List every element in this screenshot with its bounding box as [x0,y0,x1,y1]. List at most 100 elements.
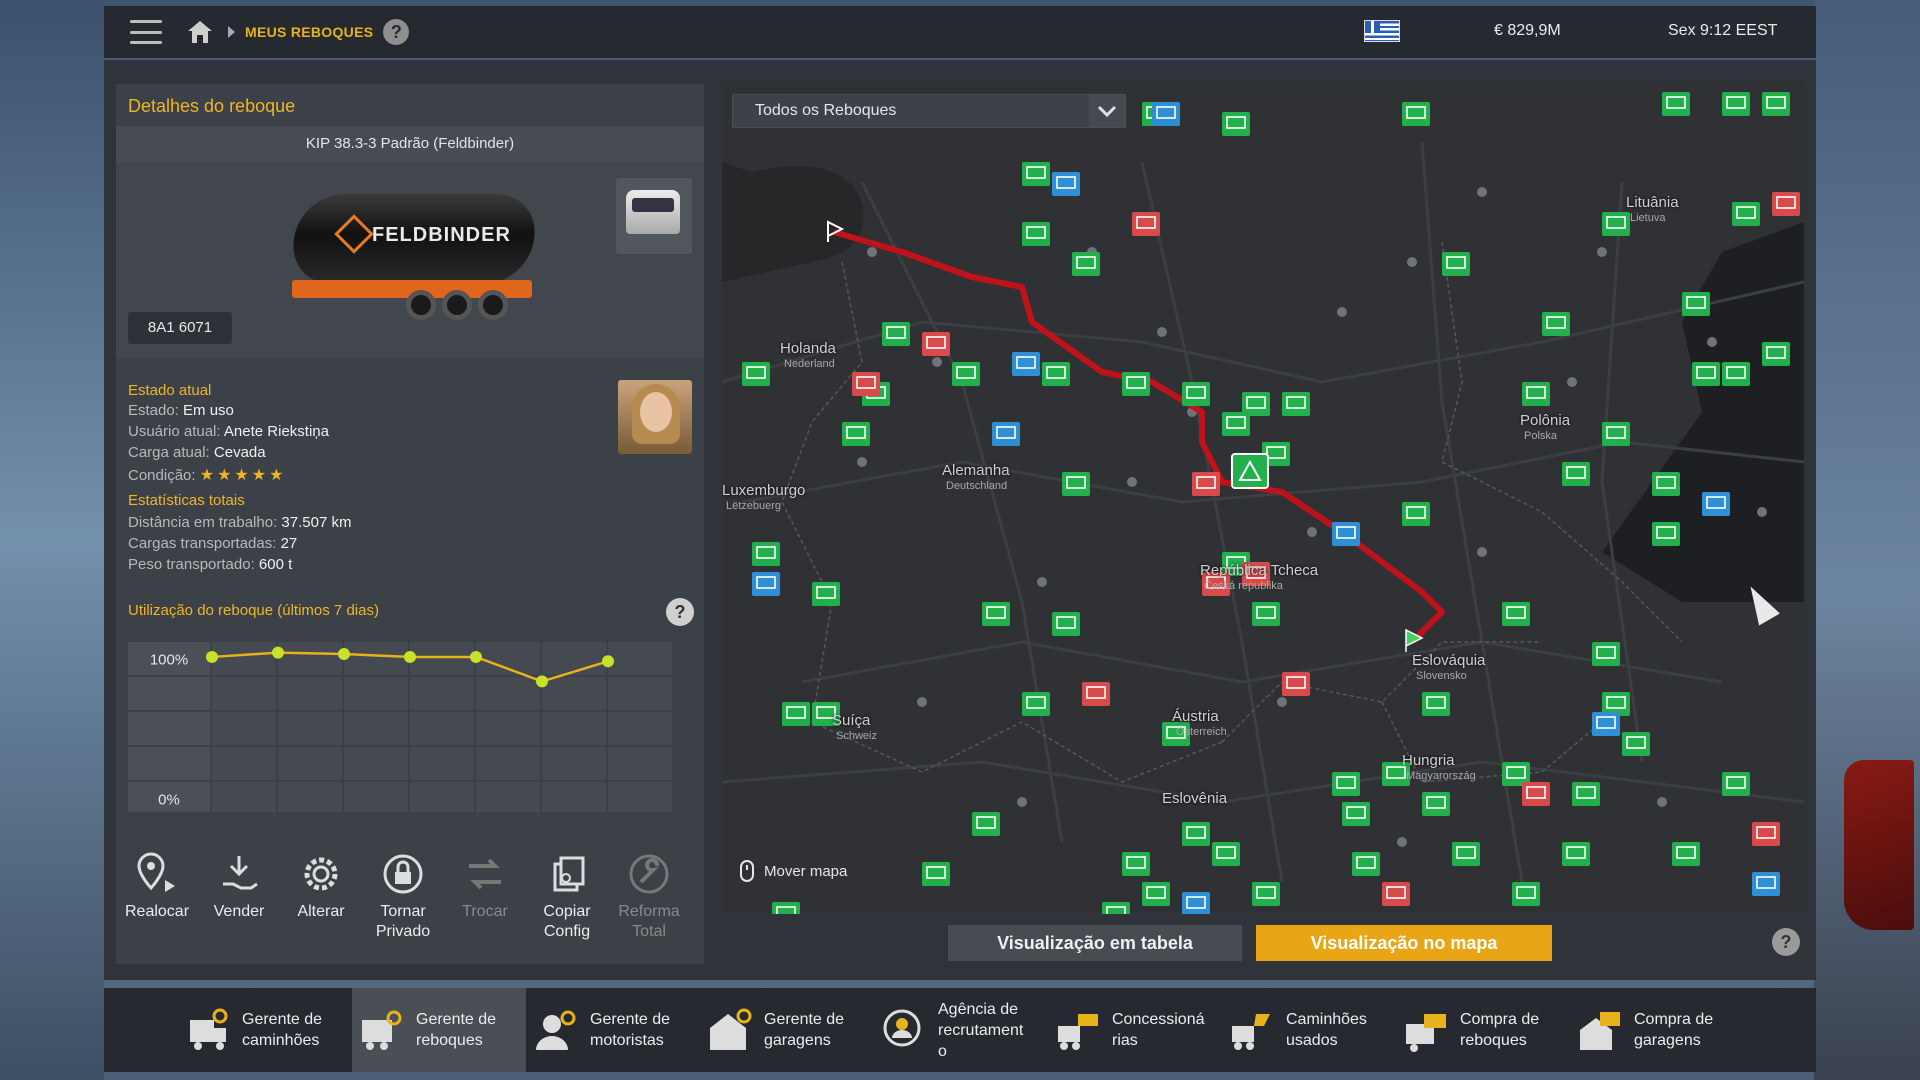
map-trailer-icon[interactable] [1142,882,1170,906]
map-trailer-icon[interactable] [972,812,1000,836]
map-trailer-icon[interactable] [1012,352,1040,376]
map-trailer-icon[interactable] [1132,212,1160,236]
nav-dealership[interactable]: Concessioná rias [1048,988,1222,1072]
map-trailer-icon[interactable] [1122,852,1150,876]
map-trailer-icon[interactable] [1402,502,1430,526]
map-trailer-icon[interactable] [1512,882,1540,906]
map-trailer-icon[interactable] [1382,882,1410,906]
europe-map[interactable]: Todos os Reboques Lituânia Lietuva Holanda… [722,82,1804,914]
map-trailer-icon[interactable] [1722,362,1750,386]
map-trailer-icon[interactable] [1572,782,1600,806]
map-trailer-icon[interactable] [1672,842,1700,866]
map-trailer-icon[interactable] [1402,102,1430,126]
map-trailer-icon[interactable] [882,322,910,346]
map-trailer-icon[interactable] [1722,92,1750,116]
nav-trailer-manager[interactable]: Gerente de reboques [352,988,526,1072]
map-trailer-icon[interactable] [1722,772,1750,796]
help-button[interactable]: ? [383,19,410,45]
map-trailer-icon[interactable] [1152,102,1180,126]
map-trailer-icon[interactable] [1182,382,1210,406]
map-trailer-icon[interactable] [1422,792,1450,816]
map-trailer-icon[interactable] [1692,362,1720,386]
map-trailer-icon[interactable] [1342,802,1370,826]
nav-buy-garages[interactable]: Compra de garagens [1570,988,1744,1072]
map-trailer-icon[interactable] [1682,292,1710,316]
map-trailer-icon[interactable] [1252,602,1280,626]
map-trailer-icon[interactable] [1022,162,1050,186]
map-trailer-icon[interactable] [1762,342,1790,366]
map-trailer-icon[interactable] [1252,882,1280,906]
map-trailer-icon[interactable] [1772,192,1800,216]
map-trailer-icon[interactable] [1442,252,1470,276]
chevron-down-icon[interactable] [1089,95,1125,127]
map-trailer-icon[interactable] [782,702,810,726]
action-copy-config-button[interactable]: Copiar Config [526,844,608,964]
map-trailer-icon[interactable] [1022,222,1050,246]
map-trailer-icon[interactable] [812,582,840,606]
home-icon[interactable] [186,19,214,45]
map-trailer-icon[interactable] [1332,522,1360,546]
map-trailer-icon[interactable] [922,862,950,886]
action-gear-button[interactable]: Alterar [280,844,362,964]
action-relocate-pin-button[interactable]: Realocar [116,844,198,964]
map-trailer-icon[interactable] [1762,92,1790,116]
nav-truck-manager[interactable]: Gerente de caminhões [178,988,352,1072]
map-trailer-icon[interactable] [1652,522,1680,546]
trailer-filter-dropdown[interactable]: Todos os Reboques [732,94,1126,128]
map-trailer-icon[interactable] [1732,202,1760,226]
map-trailer-icon[interactable] [1502,602,1530,626]
action-sell-hand-button[interactable]: Vender [198,844,280,964]
map-trailer-icon[interactable] [1052,612,1080,636]
map-trailer-icon[interactable] [1042,362,1070,386]
map-trailer-icon[interactable] [1522,382,1550,406]
map-trailer-icon[interactable] [1242,392,1270,416]
map-trailer-icon[interactable] [1562,842,1590,866]
menu-icon[interactable] [130,20,162,44]
map-trailer-icon[interactable] [1072,252,1100,276]
map-trailer-icon[interactable] [1662,92,1690,116]
map-trailer-icon[interactable] [1332,772,1360,796]
nav-recruitment[interactable]: Agência de recrutament o [874,988,1048,1072]
map-trailer-icon[interactable] [842,422,870,446]
attached-truck-thumbnail[interactable] [616,178,692,254]
map-trailer-icon[interactable] [952,362,980,386]
map-trailer-icon[interactable] [1122,372,1150,396]
nav-used-trucks[interactable]: Caminhões usados [1222,988,1396,1072]
map-trailer-icon[interactable] [992,422,1020,446]
map-trailer-icon[interactable] [1052,172,1080,196]
driver-avatar[interactable] [618,380,692,454]
map-trailer-icon[interactable] [1102,902,1130,914]
map-view-button[interactable]: Visualização no mapa [1256,925,1552,961]
map-trailer-icon[interactable] [1082,682,1110,706]
map-trailer-icon[interactable] [1602,422,1630,446]
nav-driver-manager[interactable]: Gerente de motoristas [526,988,700,1072]
breadcrumb[interactable]: MEUS REBOQUES [245,24,373,40]
map-trailer-icon[interactable] [1752,822,1780,846]
map-trailer-icon[interactable] [982,602,1010,626]
action-lock-button[interactable]: Tornar Privado [362,844,444,964]
map-trailer-icon[interactable] [1282,672,1310,696]
map-trailer-icon[interactable] [1542,312,1570,336]
map-trailer-icon[interactable] [1182,822,1210,846]
nav-buy-trailers[interactable]: Compra de reboques [1396,988,1570,1072]
map-trailer-icon[interactable] [1622,732,1650,756]
map-trailer-icon[interactable] [922,332,950,356]
map-trailer-icon[interactable] [1022,692,1050,716]
selected-trailer-marker[interactable] [1231,453,1269,489]
map-trailer-icon[interactable] [1222,112,1250,136]
map-trailer-icon[interactable] [1282,392,1310,416]
map-trailer-icon[interactable] [1592,642,1620,666]
map-trailer-icon[interactable] [1452,842,1480,866]
table-view-button[interactable]: Visualização em tabela [948,925,1242,961]
map-trailer-icon[interactable] [1062,472,1090,496]
map-trailer-icon[interactable] [1652,472,1680,496]
map-trailer-icon[interactable] [1182,892,1210,914]
map-trailer-icon[interactable] [1602,212,1630,236]
map-trailer-icon[interactable] [1702,492,1730,516]
map-trailer-icon[interactable] [1212,842,1240,866]
map-trailer-icon[interactable] [852,372,880,396]
usage-help-button[interactable]: ? [666,598,694,626]
map-trailer-icon[interactable] [1562,462,1590,486]
map-trailer-icon[interactable] [1522,782,1550,806]
map-trailer-icon[interactable] [1592,712,1620,736]
